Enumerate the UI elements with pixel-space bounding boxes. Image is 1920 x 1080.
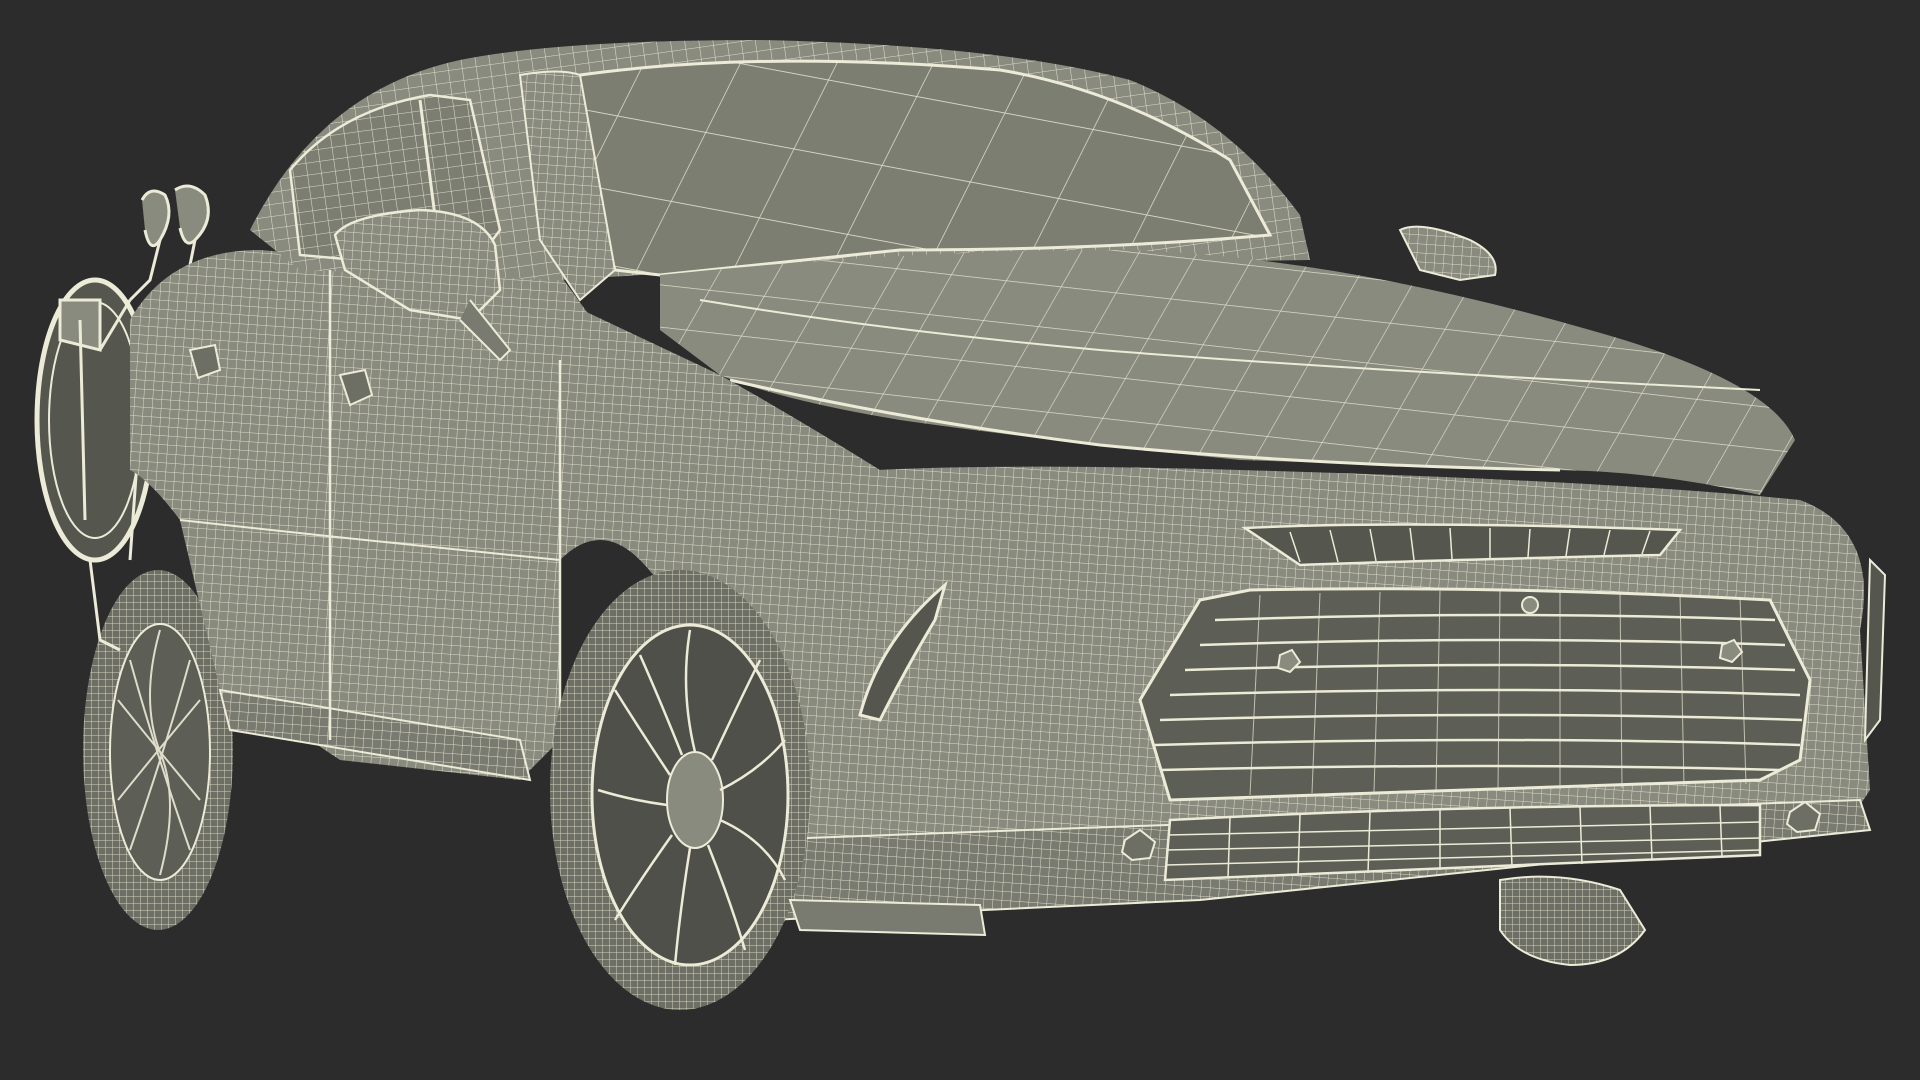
- car-body: [130, 40, 1872, 922]
- main-grille: [1138, 587, 1812, 802]
- wireframe-scene: [34, 40, 1887, 1010]
- render-viewport: [0, 0, 1920, 1080]
- side-mirror-right: [1398, 225, 1497, 282]
- front-wheel-right: [1499, 875, 1647, 967]
- headlight-right: [1863, 557, 1887, 744]
- front-wheel-left: [550, 570, 810, 1010]
- front-lip-tab: [788, 898, 987, 937]
